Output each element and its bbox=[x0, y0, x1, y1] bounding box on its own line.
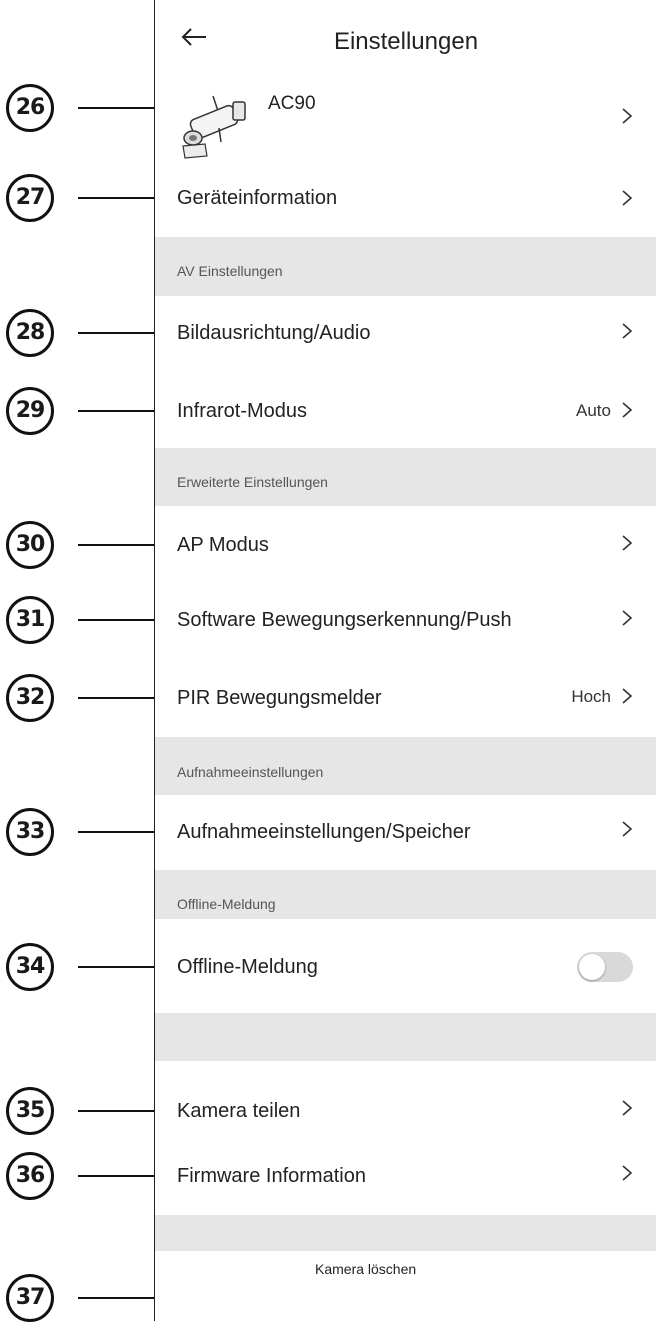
row-label: PIR Bewegungsmelder bbox=[177, 687, 382, 709]
chevron-right-icon bbox=[621, 322, 633, 345]
row-label: Bildausrichtung/Audio bbox=[177, 322, 371, 344]
pir-row[interactable]: PIR Bewegungsmelder Hoch bbox=[155, 675, 656, 721]
offline-notification-row: Offline-Meldung bbox=[155, 944, 656, 990]
ap-mode-row[interactable]: AP Modus bbox=[155, 522, 656, 568]
chevron-right-icon bbox=[621, 1099, 633, 1122]
chevron-right-icon bbox=[621, 189, 633, 212]
infrared-value: Auto bbox=[576, 401, 611, 420]
row-label: AP Modus bbox=[177, 534, 269, 556]
callout-number: 31 bbox=[6, 596, 54, 644]
callout-number: 27 bbox=[6, 174, 54, 222]
callout-number: 35 bbox=[6, 1087, 54, 1135]
chevron-right-icon bbox=[621, 820, 633, 843]
section-header-recording: Aufnahmeeinstellungen bbox=[155, 737, 656, 795]
callout-line bbox=[78, 410, 164, 412]
recording-storage-row[interactable]: Aufnahmeeinstellungen/Speicher bbox=[155, 809, 656, 855]
callout-line bbox=[78, 619, 164, 621]
firmware-info-row[interactable]: Firmware Information bbox=[155, 1153, 656, 1199]
pir-value: Hoch bbox=[571, 687, 611, 706]
infrared-mode-row[interactable]: Infrarot-Modus Auto bbox=[155, 388, 656, 434]
callout-line bbox=[78, 831, 164, 833]
section-spacer bbox=[155, 1215, 656, 1251]
callout-number: 33 bbox=[6, 808, 54, 856]
callout-number: 26 bbox=[6, 84, 54, 132]
callout-number: 28 bbox=[6, 309, 54, 357]
page-title: Einstellungen bbox=[333, 28, 479, 55]
share-camera-row[interactable]: Kamera teilen bbox=[155, 1088, 656, 1134]
chevron-right-icon bbox=[621, 609, 633, 632]
section-label: AV Einstellungen bbox=[177, 263, 283, 279]
device-name: AC90 bbox=[268, 93, 316, 114]
callout-number: 37 bbox=[6, 1274, 54, 1322]
callout-line bbox=[78, 197, 164, 199]
section-label: Offline-Meldung bbox=[177, 896, 276, 912]
section-label: Erweiterte Einstellungen bbox=[177, 474, 328, 490]
device-row[interactable]: AC90 bbox=[155, 84, 656, 164]
chevron-right-icon bbox=[621, 687, 633, 710]
device-info-row[interactable]: Geräteinformation bbox=[155, 175, 656, 221]
callout-number: 32 bbox=[6, 674, 54, 722]
section-header-offline: Offline-Meldung bbox=[155, 870, 656, 919]
section-header-av: AV Einstellungen bbox=[155, 237, 656, 296]
chevron-right-icon bbox=[621, 107, 633, 130]
callout-line bbox=[78, 697, 164, 699]
callout-line bbox=[78, 966, 164, 968]
row-label: Kamera teilen bbox=[177, 1100, 301, 1122]
callout-number: 29 bbox=[6, 387, 54, 435]
delete-camera-button[interactable]: Kamera löschen bbox=[315, 1261, 416, 1277]
offline-toggle[interactable] bbox=[577, 952, 633, 982]
row-label: Infrarot-Modus bbox=[177, 400, 308, 422]
motion-push-row[interactable]: Software Bewegungserkennung/Push bbox=[155, 597, 656, 643]
row-label: Aufnahmeeinstellungen/Speicher bbox=[177, 821, 471, 843]
callout-line bbox=[78, 107, 164, 109]
chevron-right-icon bbox=[621, 534, 633, 557]
callout-line bbox=[78, 1110, 164, 1112]
callout-number: 36 bbox=[6, 1152, 54, 1200]
section-spacer bbox=[155, 1013, 656, 1061]
image-audio-row[interactable]: Bildausrichtung/Audio bbox=[155, 310, 656, 356]
callout-number: 34 bbox=[6, 943, 54, 991]
callout-line bbox=[78, 332, 164, 334]
section-label: Aufnahmeeinstellungen bbox=[177, 764, 324, 780]
chevron-right-icon bbox=[621, 401, 633, 424]
callout-line bbox=[78, 1175, 164, 1177]
callout-number: 30 bbox=[6, 521, 54, 569]
row-label: Offline-Meldung bbox=[177, 956, 318, 978]
settings-screen: Einstellungen AC90 Geräteinformation AV bbox=[154, 0, 656, 1321]
callout-line bbox=[78, 544, 164, 546]
chevron-right-icon bbox=[621, 1164, 633, 1187]
row-label: Software Bewegungserkennung/Push bbox=[177, 609, 512, 631]
row-label: Firmware Information bbox=[177, 1165, 366, 1187]
camera-icon bbox=[169, 90, 251, 162]
toggle-knob bbox=[579, 954, 605, 980]
row-label: Geräteinformation bbox=[177, 187, 338, 209]
section-header-advanced: Erweiterte Einstellungen bbox=[155, 448, 656, 506]
